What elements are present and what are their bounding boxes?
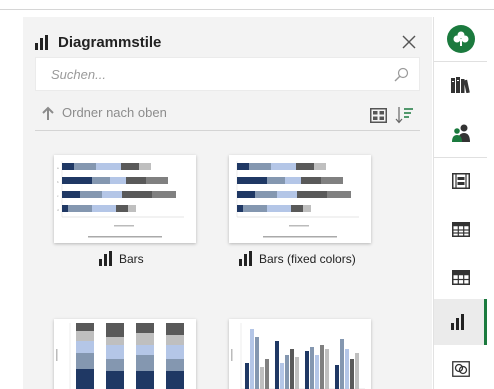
search-box (35, 57, 420, 91)
rail-item-slides[interactable] (434, 159, 487, 203)
rail-item-table-styles[interactable] (434, 255, 487, 299)
chart-style-thumbnail (229, 319, 371, 389)
rail-item-table[interactable] (434, 207, 487, 251)
grid-view-icon[interactable] (370, 108, 387, 123)
filmstrip-icon (451, 173, 470, 189)
search-input[interactable] (36, 66, 376, 82)
svg-text:c: c (57, 194, 59, 198)
shamrock-icon (446, 25, 475, 53)
table-header-icon (451, 269, 470, 285)
chart-style-thumbnail (229, 155, 371, 243)
close-icon (402, 35, 416, 49)
rail-divider (434, 61, 487, 62)
chart-style-thumbnail: a b c d (54, 155, 196, 243)
rail-item-add-in[interactable] (434, 17, 487, 61)
rail-item-library[interactable] (434, 63, 487, 107)
rail-item-chart-styles[interactable] (434, 299, 487, 345)
bar-chart-icon (451, 314, 464, 330)
people-icon (451, 124, 470, 142)
chart-style-label: Bars (99, 251, 144, 266)
close-button[interactable] (398, 31, 420, 53)
search-icon[interactable] (393, 67, 409, 83)
bar-chart-icon (239, 251, 252, 266)
chart-style-thumbnail (54, 319, 196, 389)
table-icon (451, 221, 470, 237)
svg-text:a: a (57, 166, 59, 170)
panel-title: Diagrammstile (58, 33, 162, 51)
svg-text:d: d (57, 208, 59, 212)
bar-chart-icon (35, 34, 48, 50)
chart-style-label: Bars (fixed colors) (239, 251, 356, 266)
image-cluster-icon (451, 361, 470, 377)
folder-up-button[interactable]: Ordner nach oben (42, 105, 167, 120)
panel-header: Diagrammstile (35, 30, 420, 54)
books-icon (450, 77, 470, 93)
bar-chart-icon (99, 251, 112, 266)
arrow-up-icon (42, 106, 54, 120)
rail-item-people[interactable] (434, 111, 487, 155)
chart-styles-panel: Diagrammstile Ordner nach oben (23, 17, 432, 389)
sort-icon[interactable] (395, 106, 414, 124)
rail-item-images[interactable] (434, 347, 487, 389)
svg-text:b: b (57, 180, 59, 184)
top-divider (0, 9, 494, 10)
right-sidebar (433, 17, 487, 389)
chart-style-name: Bars (119, 251, 144, 266)
chart-style-name: Bars (fixed colors) (259, 251, 356, 266)
folder-up-label: Ordner nach oben (62, 105, 167, 120)
rail-divider (434, 157, 487, 158)
toolbar-divider (35, 130, 420, 131)
